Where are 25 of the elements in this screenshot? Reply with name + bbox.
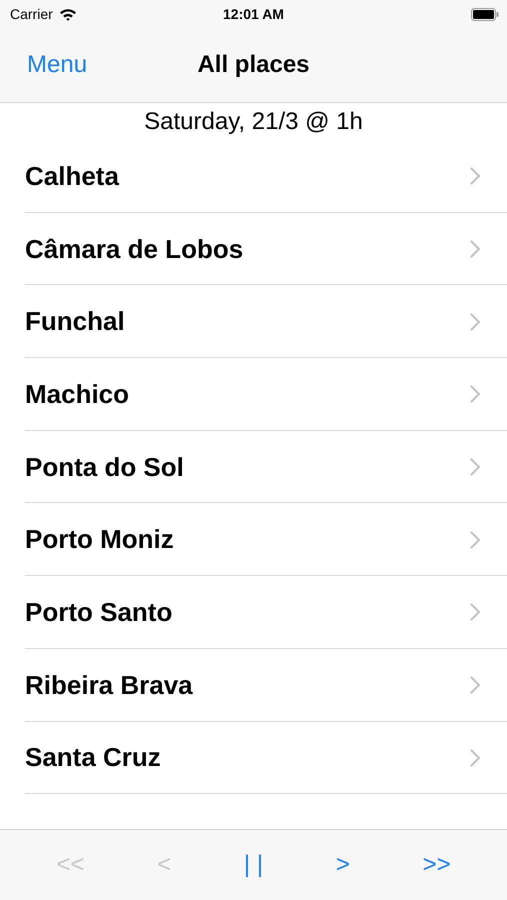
place-row[interactable]: Calheta — [0, 140, 507, 213]
clock-time: 12:01 AM — [223, 4, 284, 24]
chevron-right-icon — [470, 748, 481, 767]
chevron-right-icon — [470, 676, 481, 694]
place-row[interactable]: Santa Cruz — [0, 722, 507, 794]
chevron-right-icon — [470, 167, 481, 186]
chevron-right-icon — [470, 458, 481, 476]
toolbar-button[interactable]: | | — [238, 847, 270, 883]
wifi-icon — [58, 8, 77, 20]
battery-icon — [471, 8, 499, 21]
date-header: Saturday, 21/3 @ 1h — [144, 106, 363, 136]
nav-title: All places — [197, 50, 310, 80]
place-row[interactable]: Machico — [0, 358, 507, 431]
place-row[interactable]: Câmara de Lobos — [0, 212, 507, 286]
chevron-right-icon — [470, 603, 481, 622]
chevron-right-icon — [470, 385, 481, 404]
place-row[interactable]: Porto Moniz — [0, 503, 507, 576]
carrier-label: Carrier — [10, 4, 53, 24]
place-row[interactable]: Porto Santo — [0, 576, 507, 649]
place-row[interactable]: Funchal — [0, 285, 507, 358]
chevron-right-icon — [470, 240, 481, 258]
place-row[interactable]: Ponta do Sol — [0, 430, 507, 504]
chevron-right-icon — [470, 312, 481, 331]
place-row[interactable]: Ribeira Brava — [0, 648, 507, 722]
chevron-right-icon — [470, 530, 481, 549]
